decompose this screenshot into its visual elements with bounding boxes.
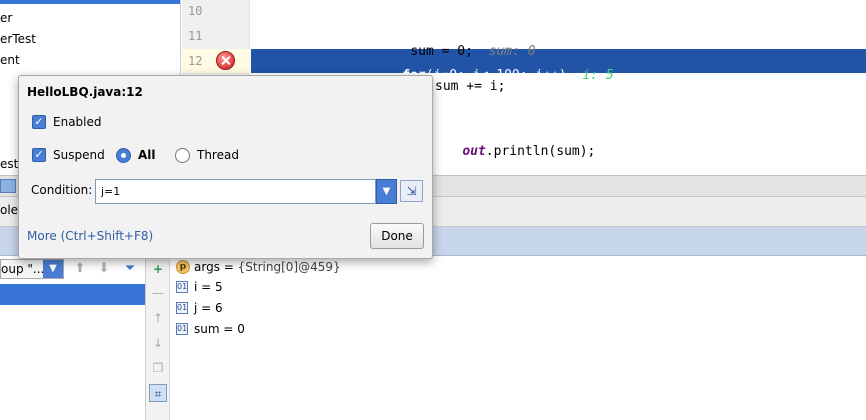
variable-name: i: [194, 280, 198, 294]
variable-row[interactable]: 01 j = 6: [176, 298, 223, 318]
line-number: 10: [188, 4, 203, 18]
tree-selection[interactable]: [0, 0, 180, 4]
thread-selector-label: oup "...: [1, 262, 45, 276]
expand-editor-icon[interactable]: ⇲: [400, 180, 423, 202]
remove-watch-icon[interactable]: —: [149, 284, 167, 302]
suspend-all-radio[interactable]: [116, 148, 131, 163]
primitive-icon: 01: [176, 281, 188, 293]
more-link[interactable]: More (Ctrl+Shift+F8): [27, 229, 153, 243]
move-down-icon[interactable]: ↓: [149, 334, 167, 352]
code-line-15: out.println(sum);: [431, 129, 595, 174]
tree-item[interactable]: erTest: [0, 29, 36, 49]
add-watch-icon[interactable]: +: [149, 260, 167, 278]
variable-value: {String[0]@459}: [237, 260, 341, 274]
variable-value: 5: [215, 280, 223, 294]
code-text: .println(sum);: [485, 144, 596, 159]
code-line-13: sum += i;: [435, 79, 506, 94]
thread-selector[interactable]: oup "... ▼: [0, 259, 64, 279]
variables-panel: p args = {String[0]@459} 01 i = 5 01 j =…: [171, 256, 866, 420]
chevron-down-icon[interactable]: ▼: [376, 179, 397, 204]
tree-item[interactable]: ent: [0, 50, 20, 70]
frame-row-selected[interactable]: [0, 284, 145, 305]
variable-name: sum: [194, 322, 220, 336]
condition-input[interactable]: j=1: [95, 179, 376, 204]
enabled-checkbox[interactable]: ✓: [32, 115, 46, 129]
filter-icon[interactable]: ⏷: [122, 261, 138, 277]
chevron-down-icon[interactable]: ▼: [43, 260, 63, 278]
debug-tab-icon[interactable]: [0, 179, 16, 193]
tree-item[interactable]: er: [0, 8, 12, 28]
variable-row[interactable]: 01 i = 5: [176, 277, 223, 297]
tree-item[interactable]: est: [0, 154, 18, 174]
primitive-icon: 01: [176, 323, 188, 335]
copy-icon[interactable]: ❐: [149, 359, 167, 377]
suspend-checkbox[interactable]: ✓: [32, 148, 46, 162]
arrow-up-icon[interactable]: ⬆: [72, 261, 88, 277]
inline-debug-value: i: 5: [582, 68, 614, 83]
line-number: 12: [188, 54, 203, 68]
condition-label: Condition:: [31, 183, 93, 197]
console-tab-fragment[interactable]: ole: [0, 203, 18, 217]
variable-value: 6: [215, 301, 223, 315]
code-text: ; i++): [519, 68, 567, 83]
variable-value: 0: [237, 322, 245, 336]
done-button[interactable]: Done: [370, 223, 424, 249]
field-name: out: [462, 144, 486, 159]
variables-toolbar: + — ↑ ↓ ❐ ⌗: [146, 256, 170, 420]
variable-name: j: [194, 301, 198, 315]
suspend-label[interactable]: Suspend: [53, 148, 105, 162]
primitive-icon: 01: [176, 302, 188, 314]
breakpoint-icon[interactable]: [216, 51, 235, 70]
arrow-down-icon[interactable]: ⬇: [96, 261, 112, 277]
frames-panel: oup "... ▼ ⬆ ⬇ ⏷: [0, 256, 146, 420]
show-watches-icon[interactable]: ⌗: [149, 384, 167, 402]
variable-name: args: [194, 260, 220, 274]
line-number: 11: [188, 29, 203, 43]
parameter-icon: p: [176, 260, 190, 274]
variable-row[interactable]: p args = {String[0]@459}: [176, 257, 341, 277]
move-up-icon[interactable]: ↑: [149, 309, 167, 327]
breakpoint-popup: HelloLBQ.java:12 ✓ Enabled ✓ Suspend All…: [18, 75, 433, 259]
suspend-all-label[interactable]: All: [138, 148, 156, 162]
enabled-label[interactable]: Enabled: [53, 115, 102, 129]
variable-row[interactable]: 01 sum = 0: [176, 319, 245, 339]
suspend-thread-label[interactable]: Thread: [197, 148, 239, 162]
popup-title: HelloLBQ.java:12: [27, 85, 143, 99]
suspend-thread-radio[interactable]: [175, 148, 190, 163]
